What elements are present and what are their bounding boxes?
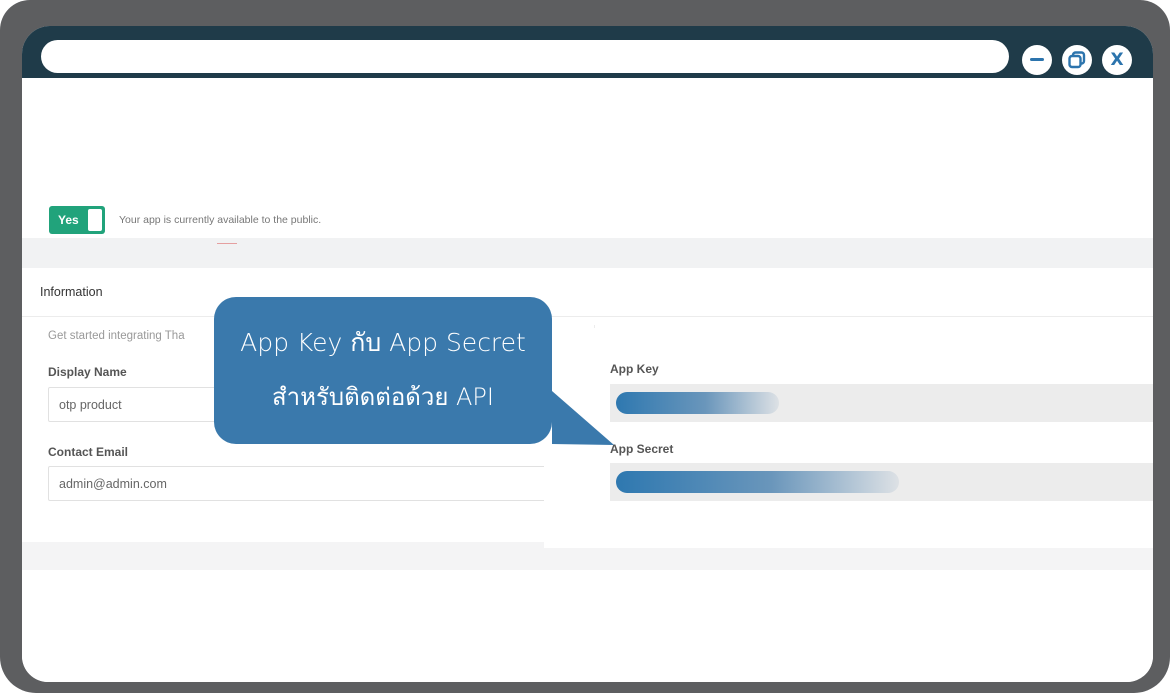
contact-email-label: Contact Email (48, 445, 129, 459)
device-frame: X Yes Your app is currently available to… (0, 0, 1170, 693)
toggle-knob (88, 209, 102, 231)
app-secret-redacted (616, 471, 899, 493)
publish-toggle[interactable]: Yes (49, 206, 105, 234)
divider-accent (217, 243, 237, 244)
panel-title: Information (40, 285, 103, 299)
section-separator (22, 238, 1153, 268)
close-icon: X (1110, 50, 1124, 70)
callout-line-2: สำหรับติดต่อด้วย API (272, 383, 494, 411)
publish-status-text: Your app is currently available to the p… (119, 214, 322, 226)
page-content: Yes Your app is currently available to t… (22, 78, 1153, 682)
toggle-label: Yes (58, 213, 79, 227)
callout-line-1: App Key กับ App Secret (240, 328, 526, 357)
restore-icon (1068, 51, 1086, 69)
app-secret-field[interactable] (610, 463, 1153, 501)
minimize-button[interactable] (1022, 45, 1052, 75)
contact-email-field[interactable] (48, 466, 577, 501)
callout-bubble: App Key กับ App Secret สำหรับติดต่อด้วย … (214, 297, 614, 445)
minus-icon (1030, 58, 1044, 61)
app-key-field[interactable] (610, 384, 1153, 422)
address-bar[interactable] (41, 40, 1009, 73)
intro-text: Get started integrating Tha (48, 330, 185, 342)
browser-window: X Yes Your app is currently available to… (22, 26, 1153, 682)
maximize-button[interactable] (1062, 45, 1092, 75)
display-name-label: Display Name (48, 365, 127, 379)
app-key-redacted (616, 392, 779, 414)
publish-row: Yes Your app is currently available to t… (49, 205, 321, 235)
title-bar: X (22, 26, 1153, 78)
close-button[interactable]: X (1102, 45, 1132, 75)
credentials-card (544, 328, 1153, 548)
